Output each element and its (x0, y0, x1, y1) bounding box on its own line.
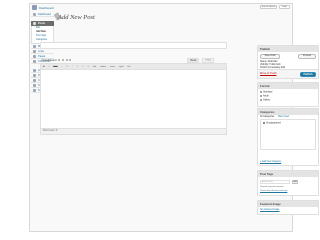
choose-tags-link[interactable]: Choose from the most used tags (260, 190, 287, 192)
comments-icon (33, 60, 36, 63)
publish-box: Publish Save Draft Preview Status: Draft… (257, 45, 319, 79)
category-item[interactable]: Uncategorized (263, 122, 281, 125)
format-option-standard[interactable]: Standard (260, 91, 272, 94)
format-option-aside[interactable]: Aside (260, 95, 269, 98)
post-title-input[interactable] (40, 42, 227, 49)
post-status: Status: Draft Edit (260, 61, 278, 63)
tag-separator-note: Separate tags with commas (260, 186, 284, 188)
posts-icon (33, 22, 36, 25)
align-right-button[interactable]: ≡ (88, 66, 89, 68)
tab-most-used[interactable]: Most Used (278, 116, 289, 118)
format-box-title[interactable]: Format (258, 83, 318, 89)
pages-icon (33, 55, 36, 58)
dashboard-icon (33, 13, 36, 16)
post-visibility: Visibility: Public Edit (260, 64, 281, 66)
new-tag-input[interactable]: Add new tag (260, 180, 290, 184)
fullscreen-button[interactable]: full (127, 66, 130, 68)
set-featured-image-link[interactable]: Set featured image (260, 209, 279, 211)
sidebar-item-dashboard[interactable]: Dashboard (31, 12, 54, 17)
checkbox-icon[interactable] (263, 122, 265, 124)
add-image-icon[interactable] (58, 59, 61, 62)
appearance-icon (33, 69, 36, 72)
wordpress-logo-icon (32, 5, 37, 10)
links-icon (33, 50, 36, 53)
radio-selected-icon[interactable] (260, 91, 262, 93)
editor-toolbar: B I ABC • 1. “ ≡ ≡ ≡ link unlink more sp… (41, 64, 226, 70)
media-icon (33, 45, 36, 48)
save-draft-button[interactable]: Save Draft (260, 54, 280, 59)
post-content-editor[interactable]: B I ABC • 1. “ ≡ ≡ ≡ link unlink more sp… (40, 63, 227, 129)
featured-image-box: Featured Image Set featured image (257, 200, 319, 215)
categories-box: Categories All Categories Most Used Unca… (257, 108, 319, 166)
insert-link-button[interactable]: link (93, 66, 96, 68)
tools-icon (33, 84, 36, 87)
featured-image-box-title[interactable]: Featured Image (258, 201, 318, 207)
upload-insert-label: Upload/Insert (41, 59, 72, 62)
post-tags-box: Post Tags Add new tag Add Separate tags … (257, 170, 319, 196)
strikethrough-button[interactable]: ABC (53, 66, 58, 68)
screen-options-button[interactable]: Screen Options (260, 5, 277, 9)
editor-status-bar: Word count: 0 (40, 129, 227, 135)
categories-box-title[interactable]: Categories (258, 109, 318, 115)
add-new-category-link[interactable]: + Add New Category (260, 161, 281, 163)
sidebar-item-posts[interactable]: Posts (31, 21, 54, 26)
tab-all-categories[interactable]: All Categories (260, 116, 274, 118)
add-video-icon[interactable] (61, 59, 64, 62)
unlink-button[interactable]: unlink (100, 66, 106, 68)
word-count: Word count: 0 (43, 130, 58, 132)
format-box: Format Standard Aside Gallery (257, 82, 319, 107)
insert-more-button[interactable]: more (110, 66, 115, 68)
plugins-icon (33, 74, 36, 77)
category-checklist: Uncategorized (260, 119, 316, 150)
align-left-button[interactable]: ≡ (77, 66, 78, 68)
bullet-list-button[interactable]: • (62, 66, 63, 68)
category-tabs: All Categories Most Used (260, 116, 289, 118)
add-tag-button[interactable]: Add (292, 180, 298, 184)
users-icon (33, 79, 36, 82)
site-name-link[interactable]: Dashboard (39, 6, 54, 10)
preview-button[interactable]: Preview (298, 54, 316, 59)
page-title: Add New Post (58, 14, 95, 21)
numbered-list-button[interactable]: 1. (66, 66, 68, 68)
spellcheck-button[interactable]: spell (119, 66, 124, 68)
publish-actions: Move to Trash Publish (258, 69, 318, 78)
help-button[interactable]: Help (279, 5, 290, 9)
admin-frame: Dashboard Screen Options Help Dashboard … (29, 3, 319, 232)
move-to-trash-link[interactable]: Move to Trash (260, 72, 276, 75)
post-tags-box-title[interactable]: Post Tags (258, 171, 318, 177)
admin-header: Dashboard Screen Options Help (30, 4, 292, 11)
italic-button[interactable]: I (49, 66, 50, 68)
bold-button[interactable]: B (43, 66, 45, 68)
publish-button[interactable]: Publish (300, 72, 316, 77)
settings-icon (33, 89, 36, 92)
radio-icon[interactable] (260, 99, 262, 101)
blockquote-button[interactable]: “ (72, 66, 73, 68)
add-audio-icon[interactable] (65, 59, 68, 62)
publish-box-title[interactable]: Publish (258, 46, 318, 52)
format-option-gallery[interactable]: Gallery (260, 99, 270, 102)
add-media-icon[interactable] (69, 59, 72, 62)
align-center-button[interactable]: ≡ (82, 66, 83, 68)
radio-icon[interactable] (260, 95, 262, 97)
